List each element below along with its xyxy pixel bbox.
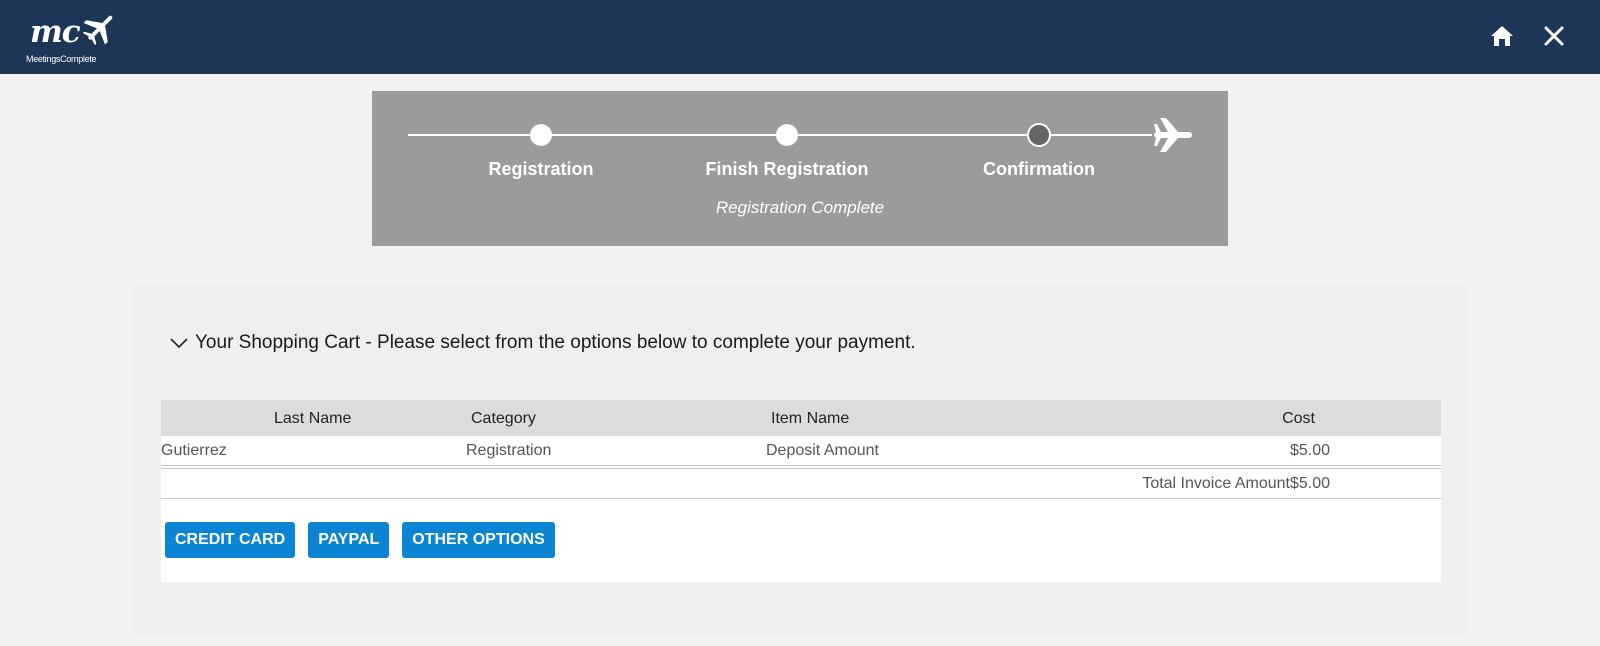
logo-subtitle: MeetingsComplete: [26, 54, 97, 64]
chevron-down-icon: [170, 338, 188, 349]
cell-last-name: Gutierrez: [161, 442, 227, 459]
home-icon: [1491, 26, 1513, 46]
app-header: mc MeetingsComplete: [0, 0, 1600, 74]
registration-progress: Registration Finish Registration Confirm…: [372, 91, 1228, 246]
cell-cost: $5.00: [1289, 442, 1330, 459]
total-value: $5.00: [1289, 475, 1330, 492]
table-row: Gutierrez Registration Deposit Amount $5…: [161, 436, 1441, 466]
home-button[interactable]: [1488, 22, 1516, 50]
step-label-registration: Registration: [488, 159, 594, 179]
table-divider: [161, 468, 1441, 469]
close-icon: [1544, 26, 1564, 46]
column-header-item-name: Item Name: [771, 410, 850, 427]
step-dot-confirmation: [1027, 123, 1051, 147]
cell-item-name: Deposit Amount: [766, 442, 879, 459]
credit-card-button[interactable]: CREDIT CARD: [165, 522, 296, 558]
column-header-category: Category: [471, 410, 536, 427]
meetings-complete-logo[interactable]: mc MeetingsComplete: [26, 8, 122, 68]
step-label-confirmation: Confirmation: [983, 159, 1095, 179]
progress-status-text: Registration Complete: [715, 198, 885, 217]
table-divider: [161, 498, 1441, 499]
step-label-finish-registration: Finish Registration: [705, 159, 869, 179]
total-label: Total Invoice Amount: [1142, 475, 1290, 492]
cart-section-toggle[interactable]: Your Shopping Cart - Please select from …: [169, 332, 916, 354]
cell-category: Registration: [466, 442, 552, 459]
shopping-cart-panel: Your Shopping Cart - Please select from …: [133, 284, 1467, 635]
other-options-button[interactable]: OTHER OPTIONS: [402, 522, 555, 558]
column-header-cost: Cost: [1282, 410, 1315, 427]
total-row: Total Invoice Amount$5.00: [161, 470, 1441, 498]
payment-options: CREDIT CARD PAYPAL OTHER OPTIONS: [165, 522, 555, 558]
column-header-last-name: Last Name: [274, 410, 352, 427]
total-invoice: Total Invoice Amount$5.00: [1142, 475, 1330, 493]
cart-title: Your Shopping Cart - Please select from …: [195, 332, 916, 353]
logo-mark: mc: [30, 14, 81, 50]
paypal-button[interactable]: PAYPAL: [308, 522, 390, 558]
cart-table-container: Last Name Category Item Name Cost Gutier…: [161, 400, 1441, 582]
step-dot-finish-registration: [776, 124, 798, 146]
table-header: Last Name Category Item Name Cost: [161, 400, 1441, 436]
step-dot-registration: [530, 124, 552, 146]
logo-airplane-icon: [82, 15, 113, 46]
close-button[interactable]: [1540, 22, 1568, 50]
airplane-icon: [1154, 118, 1192, 152]
table-divider: [161, 465, 1441, 466]
